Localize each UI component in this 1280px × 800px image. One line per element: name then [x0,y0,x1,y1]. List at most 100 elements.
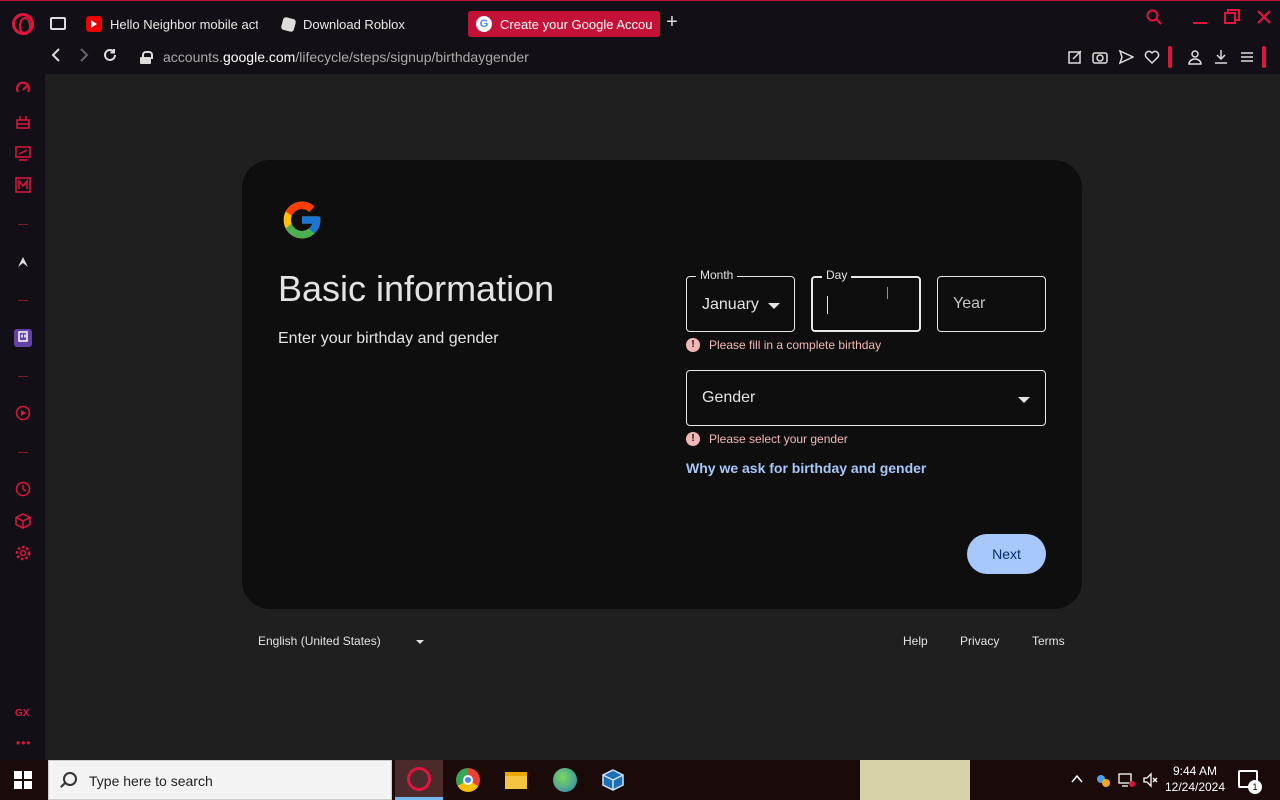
search-icon [63,772,77,786]
month-select[interactable]: Month January [686,268,795,332]
extensions-cube-icon[interactable] [14,513,32,531]
address-toolbar: accounts.google.com/lifecycle/steps/sign… [0,42,1280,74]
minimize-button[interactable] [1192,11,1208,32]
reload-button[interactable] [100,48,120,68]
text-cursor [827,296,828,314]
tab-island-icon[interactable] [50,17,66,30]
taskbar-opera-gx[interactable] [395,760,443,800]
clock-time: 9:44 AM [1172,764,1218,778]
gx-mods-icon[interactable] [14,177,32,195]
roblox-icon [280,16,297,32]
toolbar-divider [1168,46,1172,68]
taskbar-clock[interactable]: 9:44 AM 12/24/2024 [1160,763,1230,795]
sidebar-divider [18,224,28,225]
windows-taskbar: Type here to search 9:44 AM 12/24/2024 1 [0,760,1280,800]
network-icon[interactable] [1118,772,1136,793]
virtualbox-icon [602,769,624,791]
month-value: January [702,296,759,313]
restore-button[interactable] [1224,9,1240,30]
youtube-icon [86,16,102,32]
toolbar-divider [1262,46,1266,68]
profile-icon[interactable] [1186,49,1204,67]
camera-icon[interactable] [1091,49,1109,67]
sidebar: GX ••• [0,74,45,760]
year-placeholder: Year [953,295,986,312]
gender-error-text: Please select your gender [709,432,848,446]
twitch-icon[interactable] [14,329,32,347]
taskbar-app-globe[interactable] [541,760,589,800]
google-icon: G [476,16,492,32]
heart-icon[interactable] [1143,49,1161,67]
privacy-link[interactable]: Privacy [960,634,999,648]
back-button[interactable] [46,48,66,68]
taskbar-file-explorer[interactable] [492,760,540,800]
signup-card: Basic information Enter your birthday an… [242,160,1082,609]
clock-date: 12/24/2024 [1164,780,1226,794]
tab-download-roblox[interactable]: Download Roblox [274,11,454,37]
opera-gx-icon [407,766,431,791]
url-domain: google.com [222,49,296,65]
gender-dropdown-arrow-icon [1018,397,1030,403]
history-icon[interactable] [14,481,32,499]
more-options-icon[interactable]: ••• [16,736,32,750]
wallpaper-fragment [860,760,970,800]
language-dropdown-arrow-icon [416,640,424,644]
day-label: Day [822,268,852,282]
messenger-app-icon[interactable] [14,254,32,272]
volume-muted-icon[interactable] [1142,772,1160,793]
tab-google-account[interactable]: G Create your Google Accou [468,11,660,37]
player-icon[interactable] [14,145,32,163]
help-link[interactable]: Help [903,634,928,648]
gx-icon[interactable]: GX [15,708,29,719]
folder-icon [505,771,527,789]
why-we-ask-link[interactable]: Why we ask for birthday and gender [686,460,926,476]
language-selector[interactable]: English (United States) [258,634,381,648]
show-hidden-icons-chevron-icon[interactable] [1070,772,1084,791]
url-field[interactable]: accounts.google.com/lifecycle/steps/sign… [163,49,529,65]
terms-link[interactable]: Terms [1032,634,1065,648]
url-path: /lifecycle/steps/signup/birthdaygender [295,49,529,65]
tab-bar: Hello Neighbor mobile act Download Roblo… [0,0,1280,42]
gx-corner-icon[interactable] [14,113,32,131]
windows-start-button[interactable] [14,771,32,789]
notification-count-badge: 1 [1248,780,1262,794]
sidebar-divider [18,376,28,377]
birthday-error: ! Please fill in a complete birthday [686,338,881,352]
tab-label: Download Roblox [303,16,405,32]
month-label: Month [696,268,738,282]
edit-icon[interactable] [1066,49,1084,67]
google-logo-icon [283,201,321,239]
close-button[interactable] [1256,9,1272,30]
url-prefix: accounts. [163,49,223,65]
taskbar-virtualbox[interactable] [589,760,637,800]
tab-label: Hello Neighbor mobile act [110,16,258,32]
settings-gear-icon[interactable] [14,545,32,563]
send-icon[interactable] [1117,49,1135,67]
forward-button[interactable] [74,48,94,68]
day-input[interactable]: Day [811,268,921,332]
gender-error: ! Please select your gender [686,432,848,446]
download-icon[interactable] [1212,49,1230,67]
taskbar-chrome[interactable] [444,760,492,800]
gender-select[interactable]: Gender [686,370,1046,426]
next-button[interactable]: Next [967,534,1046,574]
tab-hello-neighbor[interactable]: Hello Neighbor mobile act [78,11,258,37]
sidebar-divider [18,452,28,453]
taskbar-search-placeholder: Type here to search [89,773,213,789]
browser-window: Hello Neighbor mobile act Download Roblo… [0,0,1280,760]
music-player-icon[interactable] [14,405,32,423]
year-input[interactable]: Year [937,276,1046,332]
gx-control-icon[interactable] [14,81,32,99]
tray-app-icon[interactable] [1095,772,1111,793]
opera-gx-menu-icon[interactable] [12,13,34,35]
lock-icon[interactable] [140,51,153,64]
page-title: Basic information [278,268,555,309]
search-tabs-icon[interactable] [1146,9,1162,30]
page-content: Basic information Enter your birthday an… [45,74,1280,760]
new-tab-button[interactable]: + [664,12,680,32]
sidebar-divider [18,300,28,301]
tab-label: Create your Google Accou [500,16,653,32]
easy-setup-icon[interactable] [1238,49,1256,67]
gender-placeholder: Gender [702,389,756,406]
taskbar-search-box[interactable]: Type here to search [48,760,392,800]
